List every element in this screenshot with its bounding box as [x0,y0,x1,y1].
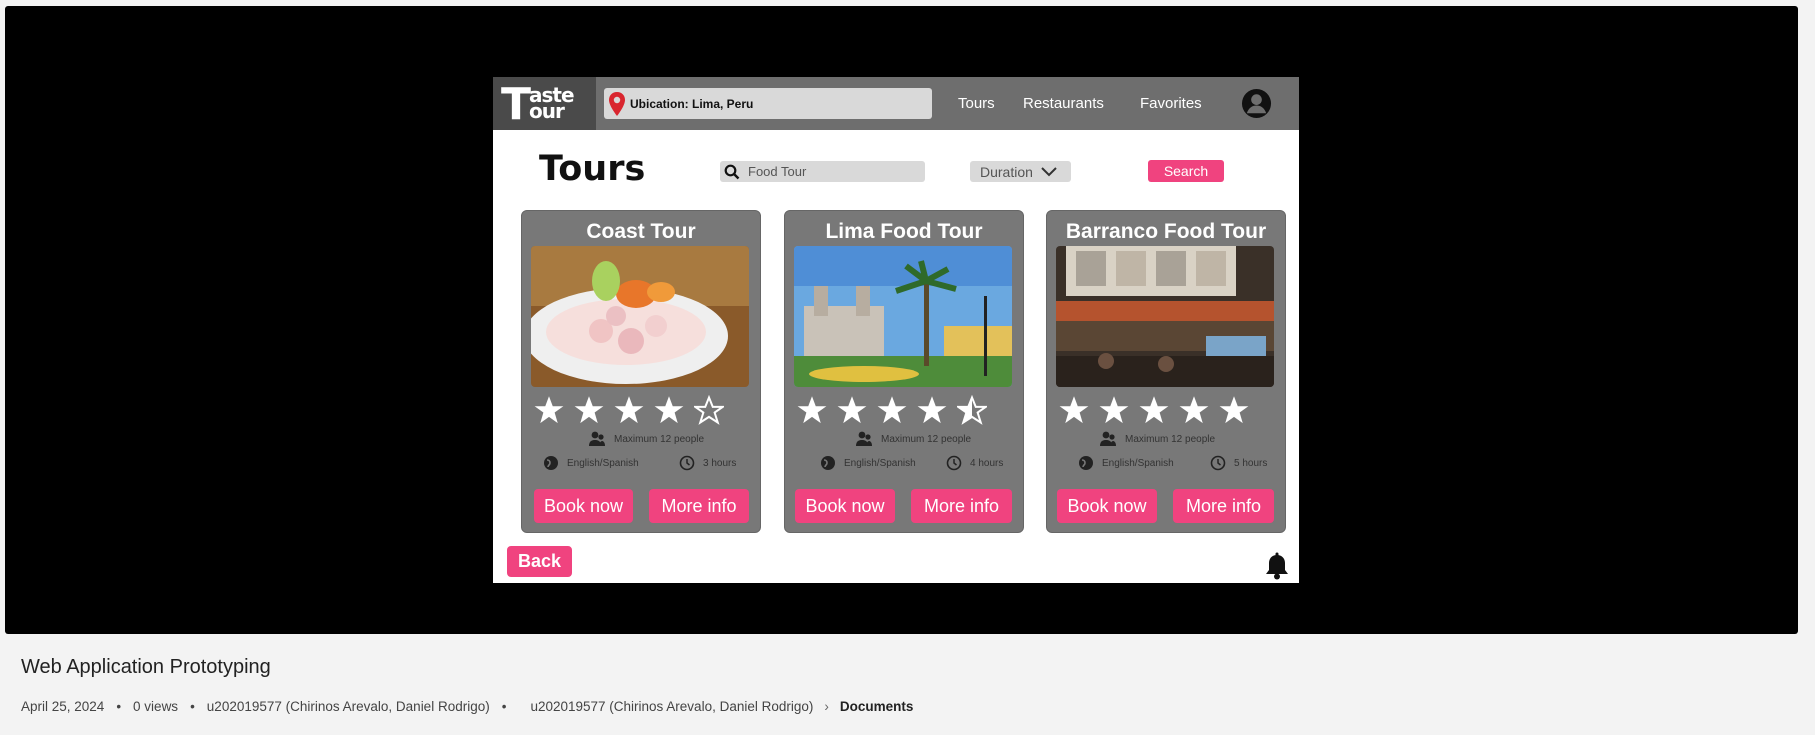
capacity-text: Maximum 12 people [614,433,705,445]
search-icon [724,164,740,179]
languages-text: English/Spanish [844,457,916,469]
chevron-down-icon [1041,166,1057,176]
duration: 4 hours [946,455,1003,471]
rating-stars [1059,395,1249,427]
star-filled-icon [574,396,604,424]
languages: English/Spanish [1078,455,1174,471]
tour-image-barranco[interactable] [1056,246,1274,387]
languages-text: English/Spanish [1102,457,1174,469]
separator: • [116,699,122,714]
tour-title: Lima Food Tour [825,220,983,243]
location-text: Ubication: Lima, Peru [630,96,754,111]
capacity-text: Maximum 12 people [1125,433,1216,445]
view-count: 0 views [133,699,179,714]
video-meta: April 25, 2024 • 0 views • u202019577 (C… [21,699,913,714]
nav-favorites[interactable]: Favorites [1140,95,1202,112]
more-info-button[interactable]: More info [1173,489,1274,523]
globe-icon [1079,456,1093,470]
video-title: Web Application Prototyping [21,656,271,678]
languages: English/Spanish [820,455,916,471]
star-filled-icon [877,396,907,424]
duration: 3 hours [679,455,736,471]
star-filled-icon [614,396,644,424]
capacity-text: Maximum 12 people [881,433,972,445]
video-player[interactable]: T aste our Ubication: Lima, Peru Tours R… [5,6,1798,634]
search-input[interactable]: Food Tour [720,161,925,182]
star-filled-icon [917,396,947,424]
star-filled-icon [1059,396,1089,424]
capacity: Maximum 12 people [1099,431,1215,447]
star-filled-icon [797,396,827,424]
capacity: Maximum 12 people [855,431,971,447]
star-half-icon [957,395,987,425]
star-filled-icon [1139,396,1169,424]
breadcrumb-leaf[interactable]: Documents [840,699,914,714]
nav-restaurants[interactable]: Restaurants [1023,95,1104,112]
globe-icon [821,456,835,470]
separator: • [190,699,195,714]
tour-card: Coast Tour Maximum 12 people English/Spa… [521,210,761,533]
map-pin-icon [609,91,625,116]
people-icon [589,431,605,446]
duration-text: 5 hours [1234,457,1268,469]
account-icon[interactable] [1241,88,1272,119]
app-header: T aste our Ubication: Lima, Peru Tours R… [493,77,1299,130]
capacity: Maximum 12 people [588,431,704,447]
duration-text: 4 hours [970,457,1004,469]
tour-title: Coast Tour [586,220,696,243]
clock-icon [946,455,962,471]
prototype-frame: T aste our Ubication: Lima, Peru Tours R… [493,77,1299,583]
page-title: Tours [539,149,646,189]
tour-card: Lima Food Tour Maximum 12 people English… [784,210,1024,533]
location-field[interactable]: Ubication: Lima, Peru [604,88,932,119]
rating-stars [534,395,724,427]
star-filled-icon [837,396,867,424]
separator: • [501,699,507,714]
nav-tours[interactable]: Tours [958,95,995,112]
duration-label: Duration [980,163,1033,180]
tour-image-ceviche[interactable] [531,246,749,387]
people-icon [1100,431,1116,446]
logo[interactable]: T aste our [493,77,596,130]
clock-icon [1210,455,1226,471]
star-filled-icon [1219,396,1249,424]
tour-title: Barranco Food Tour [1065,220,1267,243]
star-empty-icon [694,395,724,425]
more-info-button[interactable]: More info [649,489,749,523]
people-icon [856,431,872,446]
star-filled-icon [1099,396,1129,424]
star-filled-icon [1179,396,1209,424]
star-filled-icon [534,396,564,424]
search-button[interactable]: Search [1148,160,1224,182]
back-button[interactable]: Back [507,546,572,577]
duration-dropdown[interactable]: Duration [970,161,1071,182]
globe-icon [544,456,558,470]
bell-icon[interactable] [1264,552,1290,580]
tour-image-lima-plaza[interactable] [794,246,1012,387]
duration: 5 hours [1210,455,1267,471]
book-now-button[interactable]: Book now [795,489,895,523]
duration-text: 3 hours [703,457,737,469]
more-info-button[interactable]: More info [911,489,1012,523]
languages-text: English/Spanish [567,457,639,469]
logo-line-2: our [529,99,565,123]
book-now-button[interactable]: Book now [534,489,633,523]
chevron-right-icon: › [824,699,829,714]
clock-icon [679,455,695,471]
search-value: Food Tour [748,164,807,179]
tour-card: Barranco Food Tour Maximum 12 people Eng… [1046,210,1286,533]
breadcrumb-root[interactable]: u202019577 (Chirinos Arevalo, Daniel Rod… [530,699,813,714]
languages: English/Spanish [543,455,639,471]
upload-date: April 25, 2024 [21,699,105,714]
rating-stars [797,395,987,427]
star-filled-icon [654,396,684,424]
owner-link[interactable]: u202019577 (Chirinos Arevalo, Daniel Rod… [207,699,490,714]
book-now-button[interactable]: Book now [1057,489,1157,523]
logo-letter: T [501,79,532,130]
